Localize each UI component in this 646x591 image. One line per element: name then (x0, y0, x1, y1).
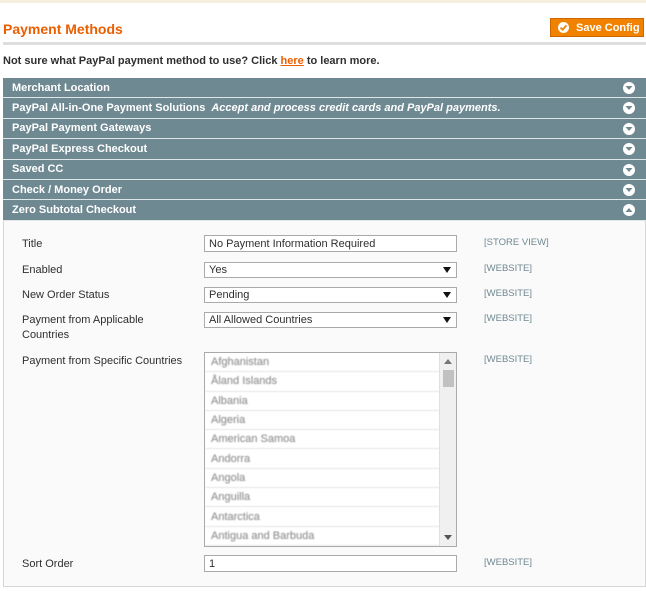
section-merchant-location[interactable]: Merchant Location (3, 78, 646, 99)
section-label: Check / Money Order (12, 183, 123, 196)
title-scope: [STORE VIEW] (484, 237, 549, 248)
config-sections: Merchant Location PayPal All-in-One Paym… (3, 78, 646, 221)
scroll-up-icon[interactable] (444, 359, 452, 364)
dropdown-arrow-icon (443, 267, 451, 273)
title-input[interactable]: No Payment Information Required (204, 235, 457, 252)
section-saved-cc[interactable]: Saved CC (3, 159, 646, 180)
title-label: Title (22, 238, 43, 250)
section-paypal-all-in-one[interactable]: PayPal All-in-One Payment Solutions Acce… (3, 98, 646, 119)
sort-order-scope: [WEBSITE] (484, 557, 533, 568)
section-description: Accept and process credit cards and PayP… (211, 102, 501, 115)
section-label: Merchant Location (12, 81, 110, 94)
specific-countries-multiselect[interactable]: Afghanistan Åland Islands Albania Algeri… (204, 352, 457, 547)
scroll-thumb[interactable] (443, 370, 454, 387)
dropdown-arrow-icon (443, 317, 451, 323)
expand-arrow-icon[interactable] (623, 183, 635, 196)
enabled-label: Enabled (22, 264, 63, 276)
specific-countries-scope: [WEBSITE] (484, 354, 533, 365)
title-divider (3, 42, 646, 45)
checkmark-icon (558, 22, 569, 33)
country-option[interactable]: Antarctica (205, 507, 440, 527)
country-option[interactable]: Albania (205, 392, 440, 411)
enabled-select[interactable]: Yes (204, 262, 457, 278)
save-config-label: Save Config (576, 21, 640, 34)
country-options: Afghanistan Åland Islands Albania Algeri… (205, 353, 440, 546)
sort-order-label: Sort Order (22, 558, 74, 570)
country-option[interactable]: Angola (205, 469, 440, 489)
country-option[interactable]: Antigua and Barbuda (205, 527, 440, 546)
country-option[interactable]: Andorra (205, 449, 440, 469)
country-option[interactable]: Algeria (205, 411, 440, 431)
order-status-scope: [WEBSITE] (484, 288, 533, 299)
section-label: Saved CC (12, 163, 64, 176)
help-link[interactable]: here (281, 55, 304, 67)
section-label: PayPal Payment Gateways (12, 122, 152, 135)
section-label: PayPal All-in-One Payment Solutions (12, 102, 206, 115)
dropdown-arrow-icon (443, 292, 451, 298)
specific-countries-label: Payment from Specific Countries (22, 355, 183, 367)
expand-arrow-icon[interactable] (623, 102, 635, 115)
applicable-countries-label: Payment from Applicable Countries (22, 314, 144, 341)
country-option[interactable]: Anguilla (205, 488, 440, 508)
applicable-countries-select[interactable]: All Allowed Countries (204, 312, 457, 328)
section-label: Zero Subtotal Checkout (12, 204, 137, 217)
expand-arrow-icon[interactable] (623, 163, 635, 176)
order-status-value: Pending (209, 289, 250, 301)
page-title: Payment Methods (3, 21, 123, 37)
top-border (0, 0, 646, 3)
expand-arrow-icon[interactable] (623, 143, 635, 156)
section-label: PayPal Express Checkout (12, 142, 148, 155)
section-check-money-order[interactable]: Check / Money Order (3, 179, 646, 201)
expand-arrow-icon[interactable] (623, 122, 635, 135)
section-paypal-express-checkout[interactable]: PayPal Express Checkout (3, 139, 646, 160)
order-status-select[interactable]: Pending (204, 287, 457, 303)
countries-scrollbar[interactable] (439, 353, 456, 546)
enabled-value: Yes (209, 264, 227, 276)
enabled-scope: [WEBSITE] (484, 263, 533, 274)
help-prefix: Not sure what PayPal payment method to u… (3, 55, 281, 67)
country-option[interactable]: American Samoa (205, 430, 440, 450)
section-paypal-payment-gateways[interactable]: PayPal Payment Gateways (3, 118, 646, 140)
paypal-help-text: Not sure what PayPal payment method to u… (3, 55, 380, 67)
country-option[interactable]: Åland Islands (205, 372, 440, 392)
scroll-down-icon[interactable] (444, 535, 452, 540)
sort-order-input[interactable]: 1 (204, 555, 457, 572)
help-suffix: to learn more. (303, 55, 380, 67)
save-config-button[interactable]: Save Config (550, 18, 644, 37)
applicable-countries-scope: [WEBSITE] (484, 313, 533, 324)
expand-arrow-icon[interactable] (623, 82, 635, 94)
order-status-label: New Order Status (22, 289, 110, 301)
section-zero-subtotal-checkout[interactable]: Zero Subtotal Checkout (3, 200, 646, 221)
collapse-arrow-icon[interactable] (623, 204, 635, 217)
country-option[interactable]: Afghanistan (205, 353, 440, 373)
applicable-countries-value: All Allowed Countries (209, 314, 313, 326)
